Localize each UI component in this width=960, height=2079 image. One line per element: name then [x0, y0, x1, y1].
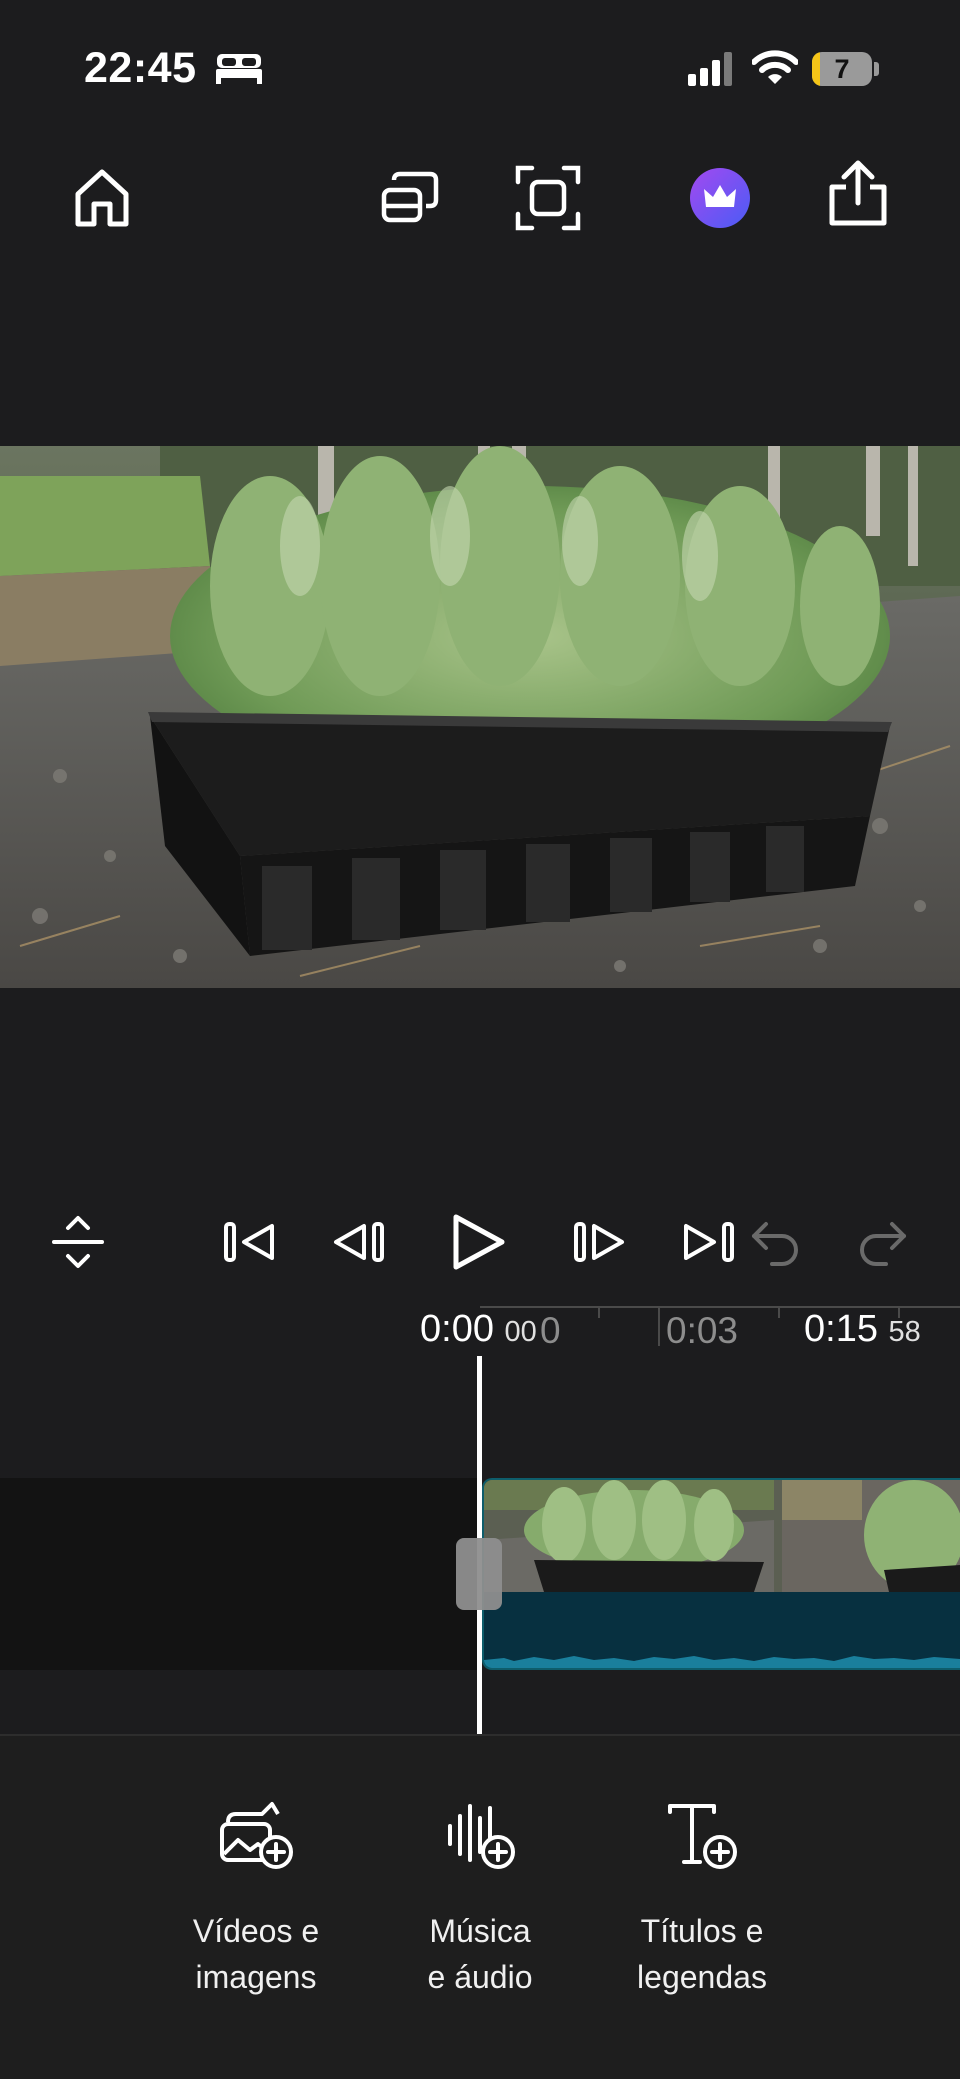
ruler-tick [778, 1306, 780, 1318]
premium-button[interactable] [680, 158, 760, 238]
ruler-tick [598, 1306, 600, 1318]
total-duration: 0:15 58 [804, 1308, 921, 1351]
total-time-value: 0:15 [804, 1308, 878, 1350]
status-time: 22:45 [84, 44, 197, 92]
total-time-frames: 58 [888, 1316, 921, 1348]
share-button[interactable] [818, 154, 898, 234]
signal-icon [688, 52, 736, 86]
video-preview[interactable] [0, 446, 960, 988]
crown-icon [690, 168, 750, 228]
clip-audio-waveform [484, 1592, 960, 1668]
play-button[interactable] [440, 1204, 516, 1280]
frame-back-icon [334, 1222, 384, 1262]
current-time: 0:00 00 [420, 1308, 537, 1351]
fullscreen-button[interactable] [508, 158, 588, 238]
cast-icon [381, 171, 439, 223]
undo-icon [752, 1222, 798, 1266]
ruler-label: 0:03 [666, 1310, 739, 1351]
current-time-value: 0:00 [420, 1308, 494, 1350]
add-title-icon [668, 1804, 737, 1869]
battery-icon: 7 [812, 52, 872, 86]
expand-collapse-icon [52, 1216, 104, 1268]
add-videos-images-label: Vídeos e imagens [192, 1913, 320, 1995]
lavender-plants-image [0, 446, 960, 988]
add-videos-images-button[interactable]: Vídeos e imagens [166, 1790, 346, 2000]
frame-forward-icon [574, 1222, 624, 1262]
home-button[interactable] [62, 158, 142, 238]
add-audio-icon [448, 1804, 515, 1869]
battery-level: 7 [834, 54, 850, 84]
skip-to-end-icon [684, 1222, 734, 1262]
share-icon [829, 160, 887, 226]
skip-to-end-button[interactable] [670, 1204, 746, 1280]
ruler-label: 0 [540, 1310, 561, 1351]
add-titles-captions-button[interactable]: Títulos e legendas [612, 1790, 792, 2000]
wifi-icon [752, 50, 798, 86]
play-icon [453, 1214, 505, 1270]
trim-handle[interactable] [456, 1538, 502, 1610]
redo-icon [860, 1222, 906, 1266]
video-clip[interactable] [482, 1478, 960, 1670]
bed-icon [216, 54, 262, 84]
redo-button[interactable] [844, 1204, 920, 1280]
frame-back-button[interactable] [322, 1204, 398, 1280]
frame-forward-button[interactable] [560, 1204, 636, 1280]
home-icon [75, 169, 129, 227]
cast-button[interactable] [370, 158, 450, 238]
skip-to-start-button[interactable] [212, 1204, 288, 1280]
add-titles-captions-label: Títulos e legendas [637, 1913, 767, 1995]
current-time-frames: 00 [504, 1316, 537, 1348]
add-music-audio-label: Música e áudio [427, 1913, 533, 1995]
undo-button[interactable] [738, 1204, 814, 1280]
track-empty-area [0, 1478, 480, 1670]
clip-thumbnails [484, 1480, 960, 1592]
ruler-tick [658, 1306, 660, 1346]
add-image-icon [220, 1802, 293, 1869]
battery-cap [874, 62, 879, 76]
expand-collapse-button[interactable] [40, 1204, 116, 1280]
skip-to-start-icon [224, 1222, 274, 1262]
fullscreen-icon [515, 165, 581, 231]
add-music-audio-button[interactable]: Música e áudio [390, 1790, 570, 2000]
